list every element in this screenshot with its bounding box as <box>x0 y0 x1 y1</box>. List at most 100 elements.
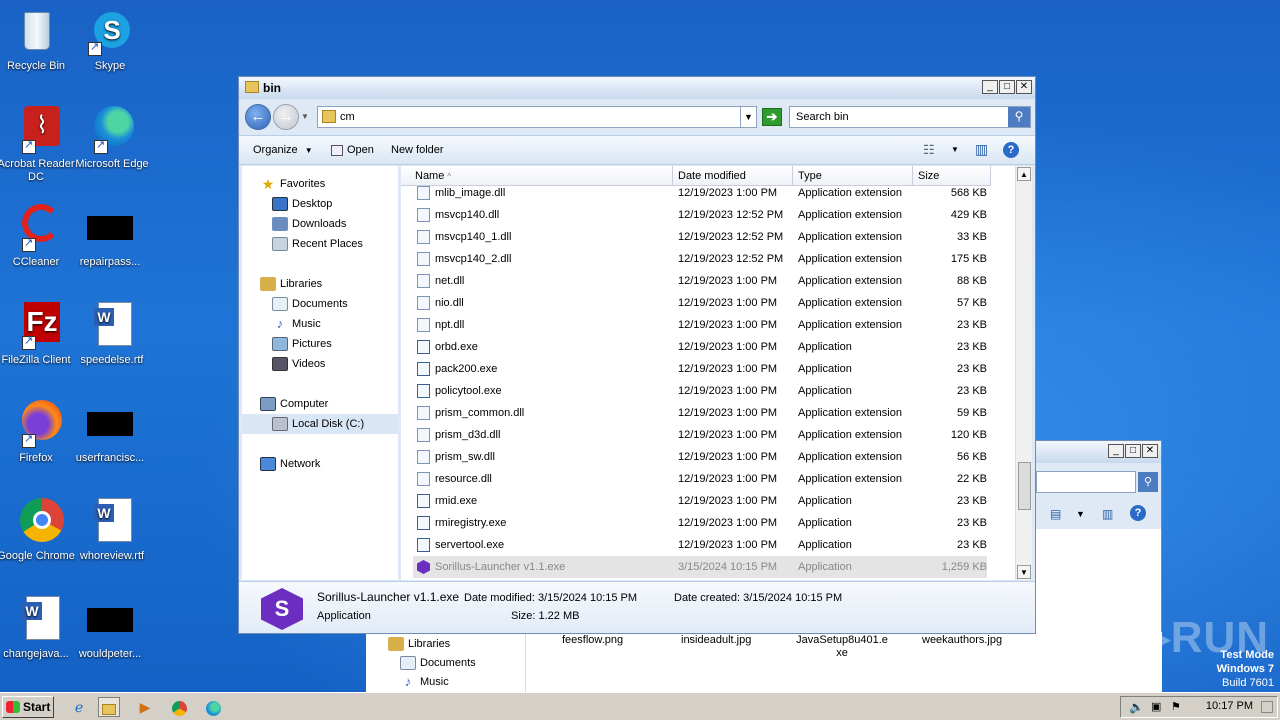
help-icon[interactable]: ? <box>1003 142 1019 158</box>
chevron-down-icon[interactable]: ▼ <box>951 145 959 154</box>
background-search-input[interactable] <box>1036 471 1136 493</box>
open-button[interactable]: Open <box>331 144 374 156</box>
bg-file-item[interactable]: JavaSetup8u401.e xe <box>794 634 890 660</box>
file-row[interactable]: servertool.exe 12/19/2023 1:00 PM Applicat… <box>413 534 987 556</box>
file-row[interactable]: prism_common.dll 12/19/2023 1:00 PM Applic… <box>413 402 987 424</box>
nav-videos[interactable]: Videos <box>272 354 325 374</box>
desktop-icon-acrobat[interactable]: ⌇ Acrobat Reader DC <box>0 106 76 184</box>
nav-libraries[interactable]: Libraries <box>260 274 322 294</box>
search-icon[interactable]: ⚲ <box>1008 107 1030 127</box>
desktop-icon-edge[interactable]: Microsoft Edge <box>72 106 152 171</box>
chrome-taskbar-icon[interactable] <box>168 697 190 717</box>
nav-downloads[interactable]: Downloads <box>272 214 346 234</box>
nav-favorites[interactable]: ★ Favorites <box>260 174 326 194</box>
desktop-icon-firefox[interactable]: Firefox <box>0 400 76 465</box>
close-button[interactable]: ✕ <box>1142 444 1158 458</box>
nav-local-disk[interactable]: Local Disk (C:) <box>242 414 398 434</box>
show-desktop-button[interactable] <box>1261 701 1273 713</box>
minimize-button[interactable]: _ <box>1108 444 1124 458</box>
edge-taskbar-icon[interactable] <box>202 697 224 717</box>
maximize-button[interactable]: □ <box>1125 444 1141 458</box>
nav-computer[interactable]: Computer <box>260 394 328 414</box>
file-row[interactable]: orbd.exe 12/19/2023 1:00 PM Application 23 … <box>413 336 987 358</box>
start-button[interactable]: Start <box>2 696 54 718</box>
file-row[interactable]: msvcp140_1.dll 12/19/2023 12:52 PM Applica… <box>413 226 987 248</box>
bg-file-item[interactable]: weekauthors.jpg <box>922 634 1002 646</box>
go-button[interactable]: ➔ <box>762 108 782 126</box>
explorer-window[interactable]: bin _ □ ✕ ← → ▼ ▼ ➔ ⚲ Organize ▼ Open Ne… <box>238 76 1036 634</box>
bg-nav-documents[interactable]: Documents <box>400 653 476 673</box>
preview-pane-icon[interactable]: ▥ <box>1102 507 1113 521</box>
nav-documents[interactable]: Documents <box>272 294 348 314</box>
file-row[interactable]: nio.dll 12/19/2023 1:00 PM Application ext… <box>413 292 987 314</box>
forward-button[interactable]: → <box>273 104 299 130</box>
chevron-down-icon[interactable]: ▼ <box>740 107 756 127</box>
file-row[interactable]: Sorillus-Launcher v1.1.exe 3/15/2024 10:1… <box>413 556 987 578</box>
address-input[interactable] <box>340 109 720 125</box>
libraries-icon <box>388 637 404 652</box>
file-row[interactable]: msvcp140_2.dll 12/19/2023 12:52 PM Applica… <box>413 248 987 270</box>
explorer-taskbar-icon[interactable] <box>98 697 120 717</box>
file-row[interactable]: resource.dll 12/19/2023 1:00 PM Applicatio… <box>413 468 987 490</box>
file-row[interactable]: msvcp140.dll 12/19/2023 12:52 PM Applicati… <box>413 204 987 226</box>
help-icon[interactable]: ? <box>1130 505 1146 521</box>
file-row[interactable]: prism_d3d.dll 12/19/2023 1:00 PM Applicati… <box>413 424 987 446</box>
file-row[interactable]: npt.dll 12/19/2023 1:00 PM Application ext… <box>413 314 987 336</box>
scroll-up-icon[interactable]: ▲ <box>1017 167 1031 181</box>
change-view-icon[interactable]: ☷ <box>923 142 935 158</box>
preview-pane-icon[interactable]: ▥ <box>975 141 988 158</box>
file-row[interactable]: rmid.exe 12/19/2023 1:00 PM Application 23 … <box>413 490 987 512</box>
volume-icon[interactable]: 🔈 <box>1129 700 1144 714</box>
file-row[interactable]: rmiregistry.exe 12/19/2023 1:00 PM Applica… <box>413 512 987 534</box>
file-row[interactable]: pack200.exe 12/19/2023 1:00 PM Application… <box>413 358 987 380</box>
file-row[interactable]: net.dll 12/19/2023 1:00 PM Application ext… <box>413 270 987 292</box>
desktop-icon-repairpass[interactable]: repairpass... <box>70 204 150 269</box>
explorer-titlebar[interactable]: bin _ □ ✕ <box>239 77 1035 99</box>
file-row[interactable]: policytool.exe 12/19/2023 1:00 PM Applicat… <box>413 380 987 402</box>
nav-desktop[interactable]: Desktop <box>272 194 332 214</box>
scroll-thumb[interactable] <box>1018 462 1031 510</box>
view-icon[interactable]: ▤ <box>1050 507 1061 521</box>
chevron-down-icon[interactable]: ▼ <box>1076 509 1085 519</box>
desktop-icon-userfrancisc[interactable]: userfrancisc... <box>70 400 150 465</box>
bg-nav-libraries[interactable]: Libraries <box>388 634 450 654</box>
desktop-icon-ccleaner[interactable]: CCleaner <box>0 204 76 269</box>
bg-file-item[interactable]: feesflow.png <box>562 634 623 646</box>
file-row[interactable]: mlib_image.dll 12/19/2023 1:00 PM Applicat… <box>413 182 987 204</box>
desktop-icon-chrome[interactable]: Google Chrome <box>0 498 76 563</box>
desktop-icon-changejava[interactable]: W changejava... <box>0 596 76 661</box>
nav-network[interactable]: Network <box>260 454 320 474</box>
search-icon[interactable]: ⚲ <box>1138 472 1158 492</box>
back-button[interactable]: ← <box>245 104 271 130</box>
file-type: Application extension <box>798 209 902 221</box>
scroll-down-icon[interactable]: ▼ <box>1017 565 1031 579</box>
address-bar[interactable]: ▼ <box>317 106 757 128</box>
file-date: 12/19/2023 1:00 PM <box>678 495 778 507</box>
desktop-icon-speedelse[interactable]: W speedelse.rtf <box>72 302 152 367</box>
desktop-icon-filezilla[interactable]: Fz FileZilla Client <box>0 302 76 367</box>
desktop-icon-skype[interactable]: S Skype <box>70 8 150 73</box>
close-button[interactable]: ✕ <box>1016 80 1032 94</box>
organize-button[interactable]: Organize ▼ <box>253 144 313 156</box>
media-player-taskbar-icon[interactable]: ▶ <box>134 697 156 717</box>
maximize-button[interactable]: □ <box>999 80 1015 94</box>
nav-recent-places[interactable]: Recent Places <box>272 234 363 254</box>
nav-music[interactable]: ♪ Music <box>272 314 321 334</box>
network-tray-icon[interactable]: ▣ <box>1151 700 1161 713</box>
clock[interactable]: 10:17 PM <box>1206 700 1253 712</box>
ie-taskbar-icon[interactable]: ℯ <box>68 697 90 717</box>
search-box[interactable]: ⚲ <box>789 106 1031 128</box>
desktop-icon-wouldpeter[interactable]: wouldpeter... <box>70 596 150 661</box>
vertical-scrollbar[interactable]: ▲ ▼ <box>1015 166 1032 580</box>
new-folder-button[interactable]: New folder <box>391 144 444 156</box>
file-row[interactable]: prism_sw.dll 12/19/2023 1:00 PM Applicatio… <box>413 446 987 468</box>
nav-pictures[interactable]: Pictures <box>272 334 332 354</box>
bg-nav-music[interactable]: ♪ Music <box>400 672 449 692</box>
desktop-icon-whoreview[interactable]: W whoreview.rtf <box>72 498 152 563</box>
action-center-icon[interactable]: ⚑ <box>1171 700 1181 713</box>
search-input[interactable] <box>796 109 996 125</box>
bg-file-item[interactable]: insideadult.jpg <box>681 634 751 646</box>
desktop-icon-recycle-bin[interactable]: Recycle Bin <box>0 8 76 73</box>
recent-pages-chevron-icon[interactable]: ▼ <box>301 112 309 121</box>
minimize-button[interactable]: _ <box>982 80 998 94</box>
